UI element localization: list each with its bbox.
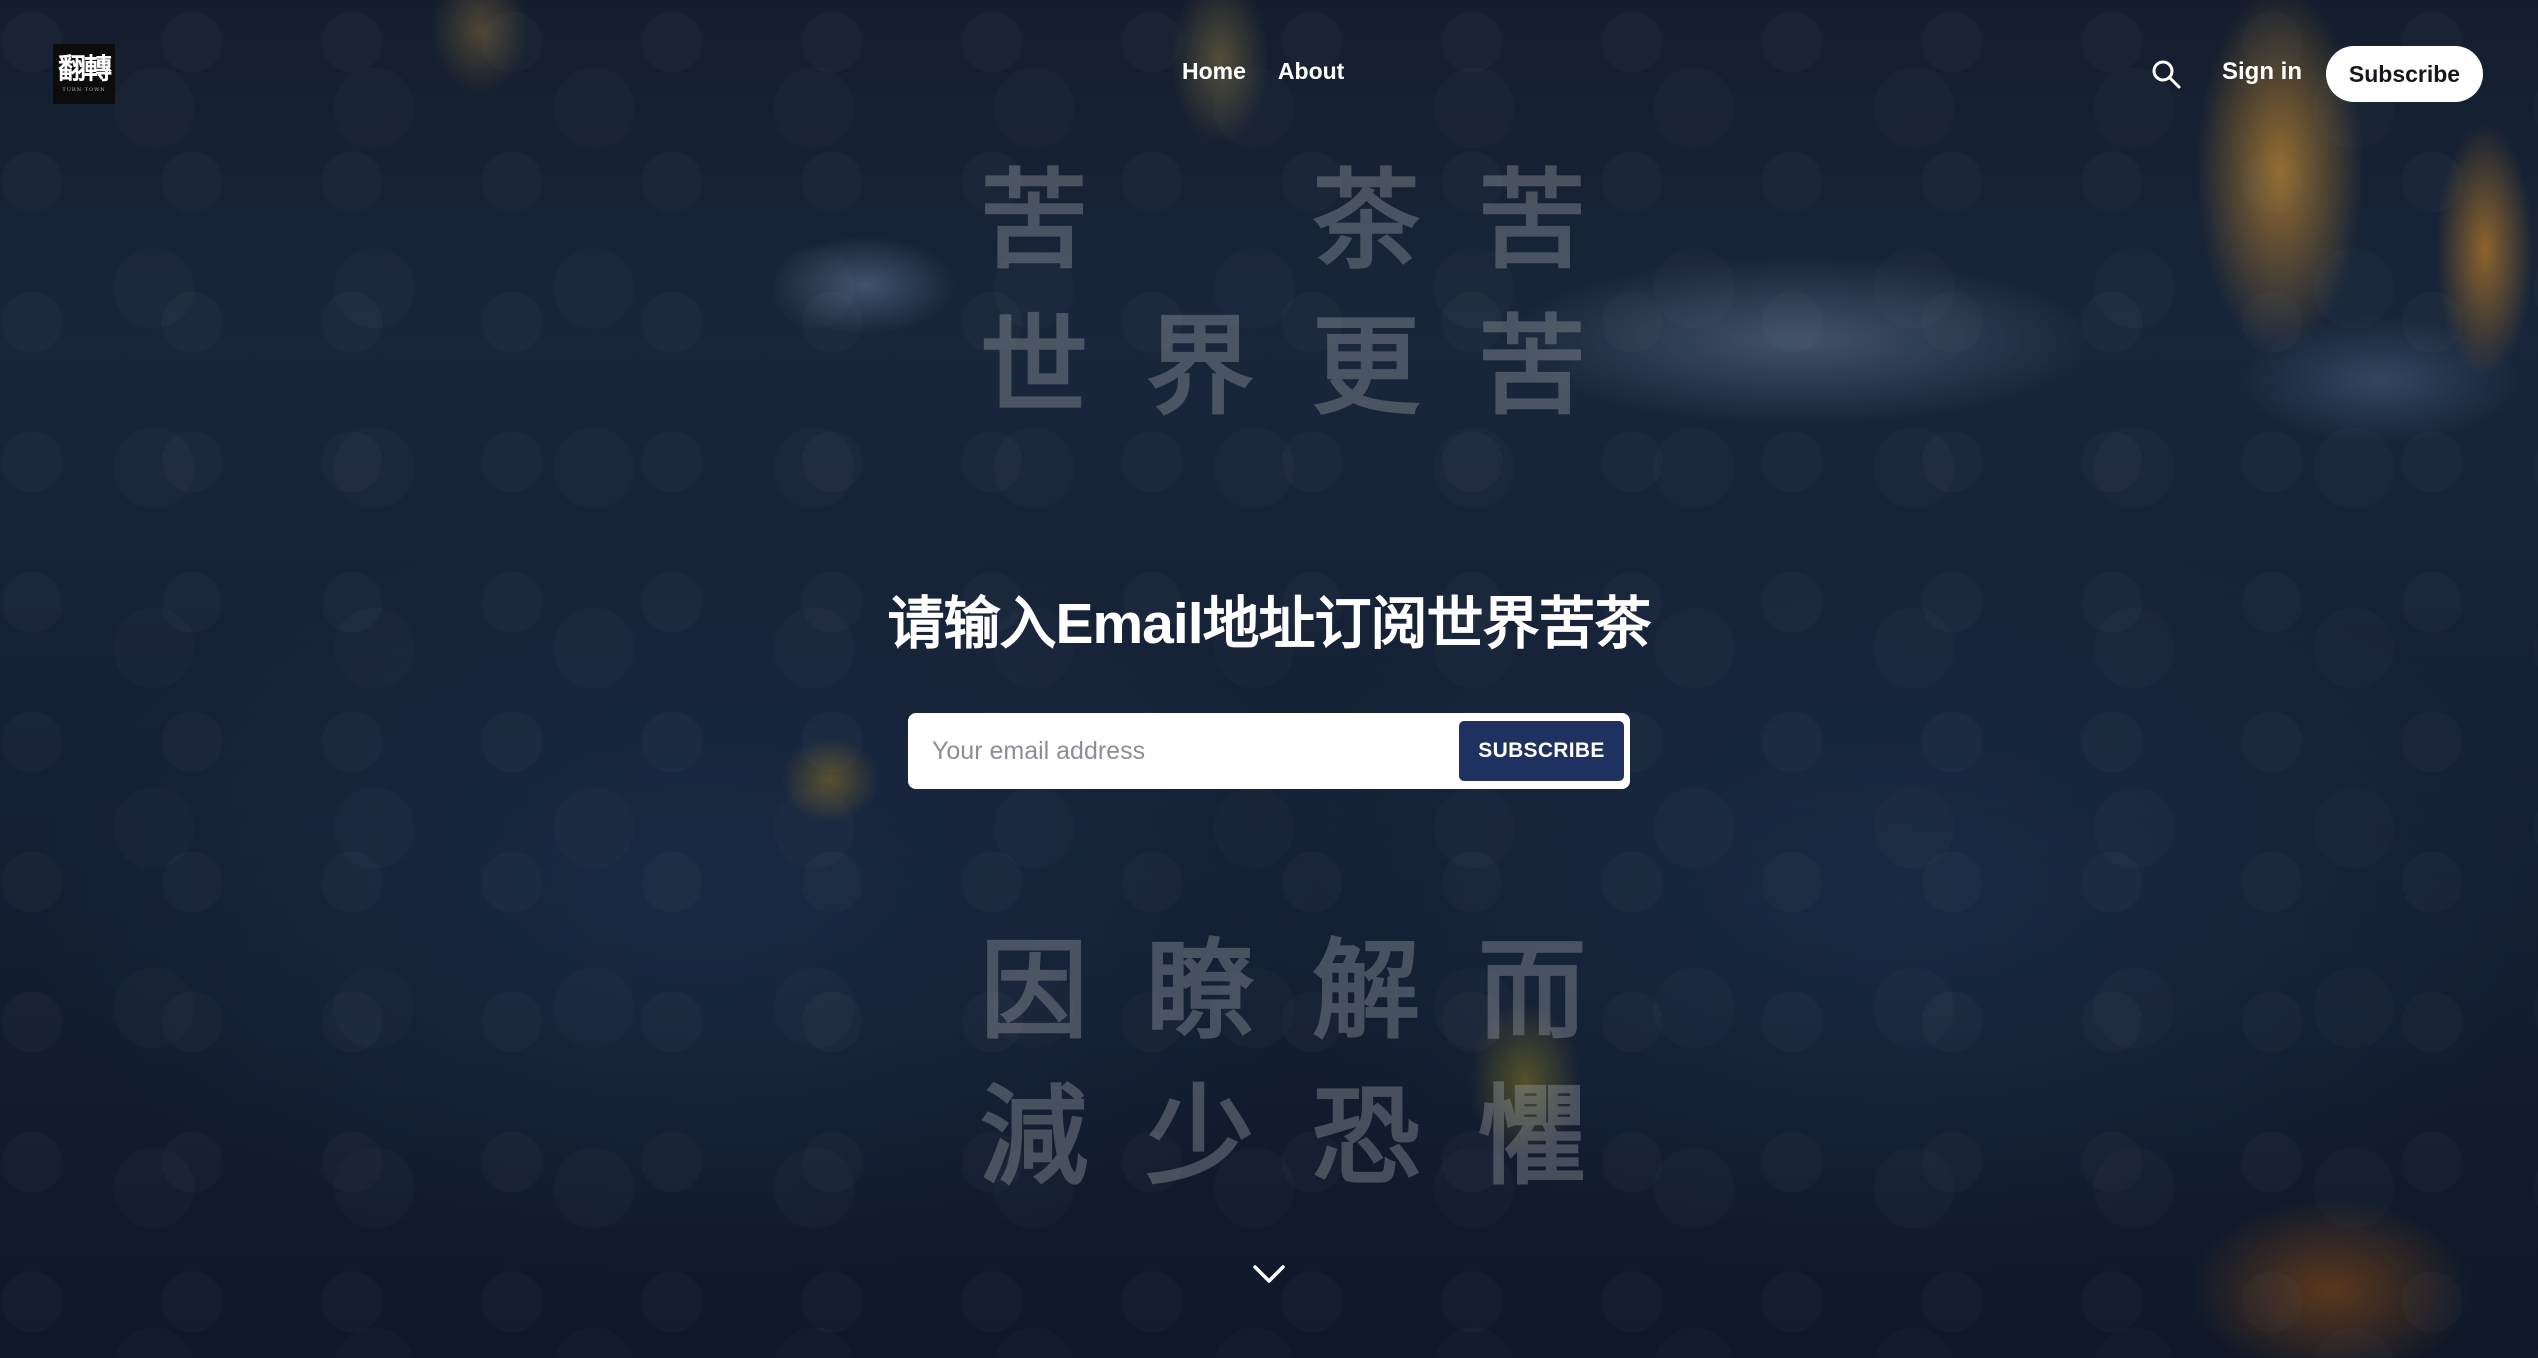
poem-char: 解 <box>1312 929 1421 1054</box>
poem-char: 瞭 <box>1146 929 1255 1054</box>
poem-bottom: 因 瞭 解 而 減 少 恐 懼 <box>980 938 1644 1192</box>
logo-subtitle: TURN·TOWN <box>62 87 106 93</box>
poem-char: 因 <box>980 929 1089 1054</box>
poem-char: 世 <box>980 305 1089 430</box>
poem-char: 更 <box>1312 305 1421 430</box>
subscribe-form: SUBSCRIBE <box>908 713 1630 789</box>
poem-char: 恐 <box>1312 1075 1421 1200</box>
nav-item-about[interactable]: About <box>1278 58 1344 85</box>
nav-item-home[interactable]: Home <box>1182 58 1246 85</box>
site-logo[interactable]: 翻轉 TURN·TOWN <box>53 44 115 104</box>
hero-title: 请输入Email地址订阅世界苦茶 <box>887 592 1651 656</box>
poem-char: 減 <box>980 1075 1089 1200</box>
logo-mark: 翻轉 <box>57 52 112 85</box>
email-input[interactable] <box>914 719 1459 783</box>
signin-link[interactable]: Sign in <box>2222 58 2302 86</box>
poem-char: 苦 <box>1478 305 1587 430</box>
search-button[interactable] <box>2150 58 2182 90</box>
poem-char: 苦 <box>980 159 1089 284</box>
poem-char: 苦 <box>1478 159 1587 284</box>
poem-char: 界 <box>1146 305 1255 430</box>
poem-char: 茶 <box>1312 159 1421 284</box>
poem-char: 而 <box>1478 929 1587 1054</box>
main-nav: Home About <box>1182 58 1344 85</box>
poem-char: 少 <box>1146 1075 1255 1200</box>
poem-char: 懼 <box>1478 1075 1587 1200</box>
scroll-down-button[interactable] <box>1252 1262 1286 1286</box>
form-subscribe-button[interactable]: SUBSCRIBE <box>1459 721 1624 781</box>
poem-char <box>1146 168 1254 276</box>
search-icon <box>2152 60 2181 89</box>
chevron-down-icon <box>1253 1265 1285 1283</box>
poem-top: 苦 茶 苦 世 界 更 苦 <box>980 168 1644 422</box>
header-subscribe-button[interactable]: Subscribe <box>2326 46 2483 102</box>
